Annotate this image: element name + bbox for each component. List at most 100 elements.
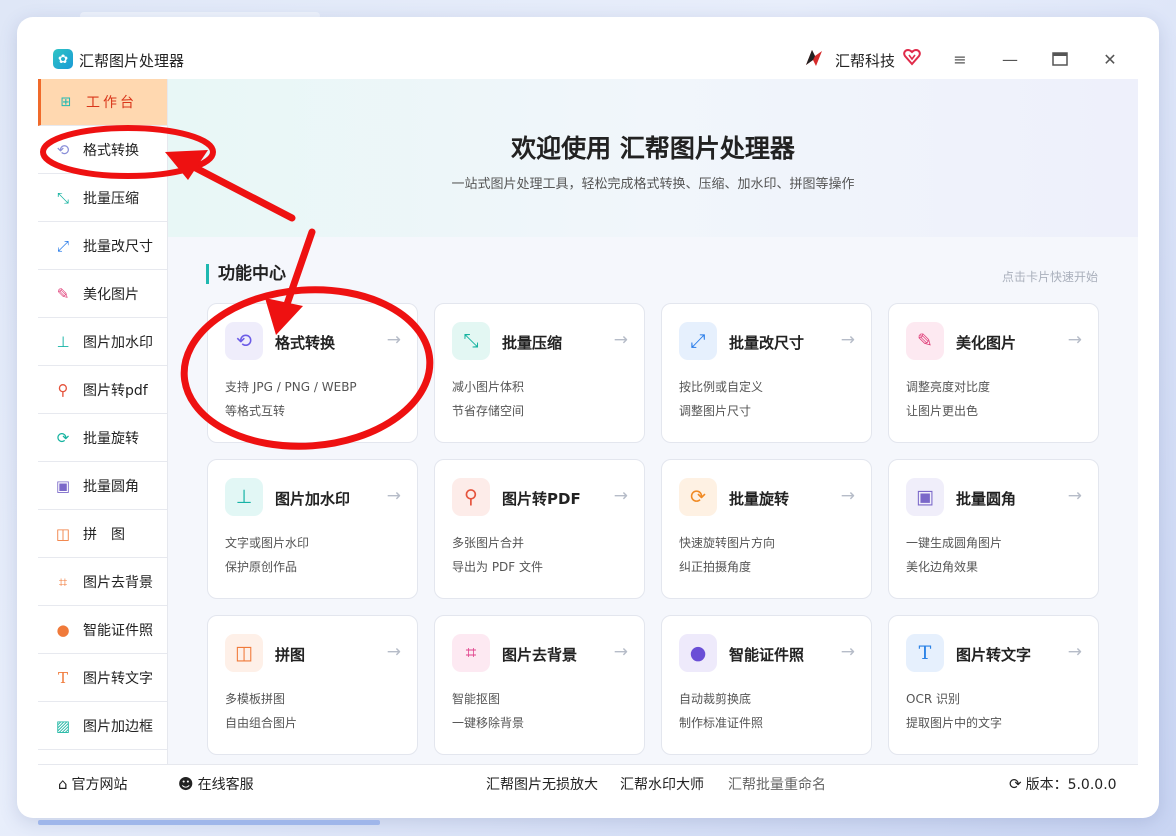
- website-link[interactable]: ⌂ 官方网站: [58, 774, 128, 794]
- sidebar-item-label: 批量压缩: [83, 191, 139, 207]
- sidebar-item-rotate[interactable]: ⟳ 批量旋转: [38, 415, 167, 462]
- sidebar-item-resize[interactable]: ⤢ 批量改尺寸: [38, 223, 167, 270]
- section-hint: 点击卡片快速开始: [1001, 270, 1098, 284]
- feature-card[interactable]: ⤡ 批量压缩 → 减小图片体积 节省存储空间: [434, 303, 645, 443]
- support-icon: ☻: [178, 775, 194, 793]
- watermark-icon: ⊥: [225, 478, 263, 516]
- sidebar-item-label: 美化图片: [83, 287, 139, 303]
- banner-title: 欢迎使用 汇帮图片处理器: [511, 134, 795, 163]
- feature-card-desc: 调整图片尺寸: [679, 404, 752, 418]
- feature-card[interactable]: ⟲ 格式转换 → 支持 JPG / PNG / WEBP 等格式互转: [207, 303, 418, 443]
- feature-card-desc: 一键生成圆角图片: [906, 536, 1003, 550]
- feature-card[interactable]: ● 智能证件照 → 自动裁剪换底 制作标准证件照: [661, 615, 872, 755]
- website-label: 官方网站: [71, 777, 128, 793]
- arrow-right-icon: →: [613, 642, 628, 662]
- sidebar-item-to-pdf[interactable]: ⚲ 图片转pdf: [38, 367, 167, 414]
- sidebar-item-label: 批量圆角: [83, 479, 139, 495]
- sidebar-item-watermark[interactable]: ⊥ 图片加水印: [38, 319, 167, 366]
- feature-card[interactable]: ⌗ 图片去背景 → 智能抠图 一键移除背景: [434, 615, 645, 755]
- feature-card-title: 批量圆角: [956, 490, 1017, 508]
- close-icon[interactable]: ✕: [1098, 48, 1122, 70]
- sidebar-item-beautify[interactable]: ✎ 美化图片: [38, 271, 167, 318]
- sidebar-item-border[interactable]: ▨ 图片加边框: [38, 703, 167, 750]
- round-corner-icon: ▣: [906, 478, 944, 516]
- feature-card-desc: 导出为 PDF 文件: [452, 560, 544, 574]
- sidebar-item-workbench[interactable]: ⊞ 工作台: [38, 79, 167, 126]
- maximize-icon[interactable]: [1048, 48, 1072, 70]
- support-link[interactable]: ☻ 在线客服: [178, 774, 254, 794]
- taskbar-strip: [38, 820, 380, 825]
- menu-icon[interactable]: ≡: [948, 48, 972, 70]
- feature-card[interactable]: ⚲ 图片转PDF → 多张图片合并 导出为 PDF 文件: [434, 459, 645, 599]
- feature-card-desc: 调整亮度对比度: [906, 380, 991, 394]
- sidebar-item-collage[interactable]: ◫ 拼 图: [38, 511, 167, 558]
- brand-name: 汇帮科技: [835, 52, 896, 70]
- round-corner-icon: ▣: [55, 477, 71, 495]
- feature-card-title: 智能证件照: [729, 646, 805, 664]
- sidebar-item-label: 批量旋转: [83, 431, 139, 447]
- product-link-watermark[interactable]: 汇帮水印大师: [620, 774, 704, 794]
- feature-card[interactable]: ◫ 拼图 → 多模板拼图 自由组合图片: [207, 615, 418, 755]
- feature-card-title: 批量压缩: [502, 334, 563, 352]
- feature-card-desc: 保护原创作品: [225, 560, 298, 574]
- feature-card[interactable]: ▣ 批量圆角 → 一键生成圆角图片 美化边角效果: [888, 459, 1099, 599]
- feature-card-title: 拼图: [275, 646, 306, 664]
- arrow-right-icon: →: [840, 486, 855, 506]
- feature-card[interactable]: ⊥ 图片加水印 → 文字或图片水印 保护原创作品: [207, 459, 418, 599]
- feature-card[interactable]: ⟳ 批量旋转 → 快速旋转图片方向 纠正拍摄角度: [661, 459, 872, 599]
- crop-icon: ⌗: [58, 573, 68, 591]
- banner-subtitle: 一站式图片处理工具，轻松完成格式转换、压缩、加水印、拼图等操作: [451, 177, 855, 192]
- text-icon: T: [57, 669, 68, 687]
- arrow-right-icon: →: [613, 486, 628, 506]
- arrow-right-icon: →: [1067, 642, 1082, 662]
- grid-icon: ⊞: [60, 94, 72, 110]
- feature-card-desc: 纠正拍摄角度: [679, 560, 752, 574]
- sidebar-item-id-photo[interactable]: ● 智能证件照: [38, 607, 167, 654]
- feature-card-desc: 制作标准证件照: [679, 716, 764, 730]
- feature-card-desc: 多模板拼图: [225, 692, 286, 706]
- pdf-icon: ⚲: [57, 381, 69, 399]
- footer-bar: ⌂ 官方网站 ☻ 在线客服 汇帮图片无损放大 汇帮水印大师 汇帮批量重命名 ⟳ …: [38, 764, 1138, 800]
- app-logo-icon: ✿: [53, 49, 73, 69]
- product-link-label: 汇帮图片无损放大: [486, 777, 598, 793]
- minimize-icon[interactable]: —: [998, 48, 1022, 70]
- product-link-rename[interactable]: 汇帮批量重命名: [728, 774, 826, 794]
- feature-card-title: 图片转文字: [956, 646, 1032, 664]
- arrow-right-icon: →: [386, 330, 401, 350]
- text-icon: T: [906, 634, 944, 672]
- refresh-icon[interactable]: ⟳: [1009, 775, 1022, 793]
- app-title: 汇帮图片处理器: [79, 52, 185, 70]
- sidebar-item-batch-compress[interactable]: ⤡ 批量压缩: [38, 175, 167, 222]
- sidebar-item-ocr[interactable]: T 图片转文字: [38, 655, 167, 702]
- home-icon: ⌂: [58, 775, 68, 793]
- sidebar-item-remove-bg[interactable]: ⌗ 图片去背景: [38, 559, 167, 606]
- compress-icon: ⤡: [56, 189, 69, 207]
- sidebar-item-label: 格式转换: [83, 143, 139, 159]
- feature-card-desc: 一键移除背景: [452, 716, 525, 730]
- sidebar-item-format-convert[interactable]: ⟲ 格式转换: [38, 127, 167, 174]
- sidebar-item-label: 图片转pdf: [83, 383, 148, 399]
- beautify-icon: ✎: [56, 285, 70, 303]
- compress-icon: ⤡: [452, 322, 490, 360]
- feature-card-desc: 文字或图片水印: [225, 536, 310, 550]
- feature-card-title: 格式转换: [275, 334, 336, 352]
- sidebar-item-label: 拼 图: [83, 527, 125, 543]
- feature-card[interactable]: T 图片转文字 → OCR 识别 提取图片中的文字: [888, 615, 1099, 755]
- crop-icon: ⌗: [452, 634, 490, 672]
- app-window: ✿ 汇帮图片处理器 汇帮科技 ≡ — ✕ ⊞ 工作台 ⟲ 格式转换 ⤡ 批量压缩: [17, 17, 1159, 818]
- heart-icon[interactable]: [903, 48, 921, 66]
- sidebar-item-label: 图片转文字: [83, 671, 153, 687]
- main-content: 欢迎使用 汇帮图片处理器 一站式图片处理工具，轻松完成格式转换、压缩、加水印、拼…: [168, 79, 1138, 764]
- product-link-upscale[interactable]: 汇帮图片无损放大: [486, 774, 598, 794]
- feature-card[interactable]: ✎ 美化图片 → 调整亮度对比度 让图片更出色: [888, 303, 1099, 443]
- person-icon: ●: [679, 634, 717, 672]
- frame-icon: ▨: [55, 717, 71, 735]
- feature-card[interactable]: ⤢ 批量改尺寸 → 按比例或自定义 调整图片尺寸: [661, 303, 872, 443]
- rotate-icon: ⟳: [56, 429, 70, 447]
- sidebar-item-label: 批量改尺寸: [83, 239, 153, 255]
- feature-card-desc: OCR 识别: [906, 692, 960, 706]
- sidebar: ⊞ 工作台 ⟲ 格式转换 ⤡ 批量压缩 ⤢ 批量改尺寸 ✎ 美化图片 ⊥ 图片加…: [38, 79, 168, 764]
- feature-card-desc: 快速旋转图片方向: [679, 536, 776, 550]
- feature-card-desc: 智能抠图: [452, 692, 501, 706]
- sidebar-item-round-corner[interactable]: ▣ 批量圆角: [38, 463, 167, 510]
